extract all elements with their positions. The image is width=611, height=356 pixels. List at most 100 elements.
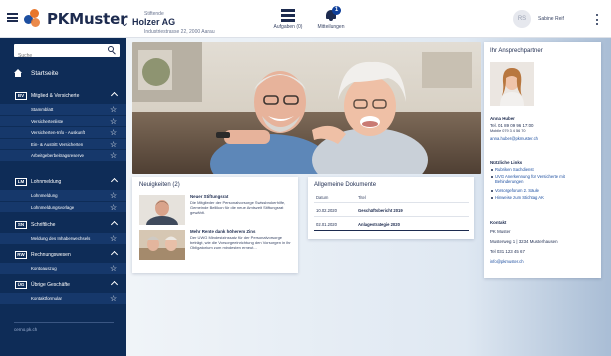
- section-title: Lohnmeldung: [31, 179, 62, 185]
- news-image[interactable]: [139, 230, 185, 260]
- links-title: Nützliche Links: [490, 160, 523, 165]
- sidebar-item[interactable]: Lohnmeldungsvorlage ☆: [0, 200, 126, 213]
- sidebar-item-label: Lohnmeldungsvorlage: [31, 204, 75, 210]
- more-options-icon[interactable]: [596, 14, 599, 25]
- star-icon[interactable]: ☆: [110, 104, 117, 115]
- table-row[interactable]: 02.01.2020 Anlagestrategie 2020: [314, 218, 469, 231]
- section-badge: SN: [15, 221, 27, 229]
- home-label: Startseite: [31, 69, 59, 77]
- notifications-button[interactable]: 1 Mitteilungen: [311, 6, 351, 30]
- star-icon[interactable]: ☆: [110, 139, 117, 150]
- section-badge: BV: [15, 92, 27, 100]
- useful-link[interactable]: UVG Anerkennung für Versicherte mit Behi…: [495, 174, 575, 184]
- contact-mobile: Mobile 079 3 4 56 70: [490, 129, 526, 133]
- star-icon[interactable]: ☆: [110, 293, 117, 304]
- sidebar-item[interactable]: Arbeitgeberbeitragsreserve ☆: [0, 149, 126, 161]
- news-item-title[interactable]: Neuer Stiftungsrat: [190, 194, 228, 199]
- news-image[interactable]: [139, 195, 185, 225]
- sidebar-item[interactable]: Kontoauszug ☆: [0, 262, 126, 274]
- sidebar-item[interactable]: Kontaktformular ☆: [0, 292, 126, 304]
- sidebar-item-label: Ein- & Austritt Versicherten: [31, 141, 84, 147]
- sidebar-item[interactable]: Lohnmeldung ☆: [0, 189, 126, 201]
- chevron-up-icon[interactable]: [110, 220, 119, 229]
- chevron-up-icon[interactable]: [110, 91, 119, 100]
- contact-org: PK Muster: [490, 229, 511, 234]
- useful-link[interactable]: Vorsorgeforum 2. Säule: [495, 188, 539, 193]
- column-header-title[interactable]: Titel: [358, 195, 366, 200]
- tasks-label: Aufgaben (0): [273, 24, 303, 30]
- sidebar-item-label: Arbeitgeberbeitragsreserve: [31, 153, 84, 158]
- star-icon[interactable]: ☆: [110, 233, 117, 244]
- section-badge: LM: [15, 178, 27, 186]
- section-badge: ÜG: [15, 281, 27, 289]
- star-icon[interactable]: ☆: [110, 263, 117, 274]
- document-date: 02.01.2020: [316, 222, 337, 227]
- bullet-icon: [491, 169, 493, 171]
- sidebar-footer[interactable]: cerno.pk.ch: [14, 327, 37, 332]
- avatar[interactable]: RS: [513, 10, 531, 28]
- contact-email-link[interactable]: anna.huber@pkmuster.ch: [490, 136, 538, 141]
- news-item-title[interactable]: Mehr Rente dank höherem Zins: [190, 229, 255, 234]
- notifications-label: Mitteilungen: [317, 24, 345, 30]
- sidebar-item-home[interactable]: Startseite: [14, 66, 58, 80]
- chevron-up-icon[interactable]: [110, 177, 119, 186]
- star-icon[interactable]: ☆: [110, 116, 117, 127]
- sidebar-section-header[interactable]: SN Schriftliche: [0, 218, 126, 232]
- top-bar: PKMuster ⌄ Stiftende Holzer AG Industrie…: [0, 0, 611, 38]
- sidebar-section-header[interactable]: RW Rechnungswesen: [0, 248, 126, 262]
- star-icon[interactable]: ☆: [110, 127, 117, 138]
- news-card: Neuigkeiten (2) Neuer Stiftungsrat Die M…: [132, 177, 298, 273]
- sidebar-section-ug: ÜG Übrige Geschäfte Kontaktformular ☆: [0, 278, 126, 304]
- star-icon[interactable]: ☆: [110, 202, 117, 213]
- contact-mail-link[interactable]: info@pkmuster.ch: [490, 259, 524, 264]
- chevron-up-icon[interactable]: [110, 250, 119, 259]
- section-title: Rechnungswesen: [31, 252, 71, 258]
- section-title: Schriftliche: [31, 222, 56, 228]
- user-name[interactable]: Sabine Reif: [538, 16, 564, 22]
- sidebar-section-header[interactable]: BV Mitglied & Versicherte: [0, 89, 126, 103]
- client-name[interactable]: Holzer AG: [132, 17, 175, 27]
- document-title[interactable]: Anlagestrategie 2020: [358, 222, 400, 227]
- section-badge: RW: [15, 251, 27, 259]
- table-header-row: Datum Titel: [314, 193, 469, 203]
- contact-street: Musterweg 1 | 3234 Musterhausen: [490, 239, 558, 244]
- table-row[interactable]: 10.02.2020 Geschäftsbericht 2019: [314, 204, 469, 217]
- menu-icon[interactable]: [7, 13, 18, 22]
- chevron-down-icon[interactable]: ⌄: [120, 16, 129, 29]
- section-title: Übrige Geschäfte: [31, 282, 70, 288]
- useful-link[interactable]: Hinweise zum Stichtag AK: [495, 195, 544, 200]
- section-title: Mitglied & Versicherte: [31, 93, 80, 99]
- sidebar-item-label: Stammblatt: [31, 107, 54, 112]
- star-icon[interactable]: ☆: [110, 190, 117, 201]
- hero-photo: [132, 42, 481, 174]
- sidebar: Startseite BV Mitglied & Versicherte Sta…: [0, 38, 126, 356]
- sidebar-item-label: Versichertenliste: [31, 118, 64, 124]
- search-icon[interactable]: [108, 46, 116, 55]
- contact-name: Anna Huber: [490, 116, 515, 121]
- chevron-up-icon[interactable]: [110, 280, 119, 289]
- home-icon: [14, 69, 22, 77]
- logo-mark-icon: [24, 9, 44, 29]
- sidebar-section-header[interactable]: ÜG Übrige Geschäfte: [0, 278, 126, 292]
- sidebar-item[interactable]: Versichertenliste ☆: [0, 114, 126, 127]
- column-header-date[interactable]: Datum: [316, 195, 328, 200]
- sidebar-item[interactable]: Stammblatt ☆: [0, 103, 126, 115]
- sidebar-section-header[interactable]: LM Lohnmeldung: [0, 175, 126, 189]
- document-date: 10.02.2020: [316, 208, 337, 213]
- sidebar-item[interactable]: Versicherten-Info - Auskunft ☆: [0, 126, 126, 138]
- logo[interactable]: PKMuster: [24, 9, 127, 29]
- useful-link[interactable]: Rubriken Sachdienst: [495, 167, 534, 172]
- sidebar-section-bv: BV Mitglied & Versicherte Stammblatt ☆ Ve…: [0, 89, 126, 161]
- tasks-button[interactable]: Aufgaben (0): [268, 6, 308, 30]
- sidebar-item[interactable]: Meldung des Inhaberwechsels ☆: [0, 232, 126, 244]
- contact-section-title: Kontakt: [490, 220, 507, 225]
- document-title[interactable]: Geschäftsbericht 2019: [358, 208, 403, 213]
- sidebar-divider: [14, 322, 114, 323]
- search-box[interactable]: [14, 44, 120, 63]
- star-icon[interactable]: ☆: [110, 150, 117, 161]
- search-input[interactable]: [14, 49, 104, 63]
- contact-tel: Tel 031 123 45 67: [490, 249, 525, 254]
- sidebar-item[interactable]: Ein- & Austritt Versicherten ☆: [0, 137, 126, 150]
- contact-photo: [490, 62, 534, 106]
- bullet-icon: [491, 190, 493, 192]
